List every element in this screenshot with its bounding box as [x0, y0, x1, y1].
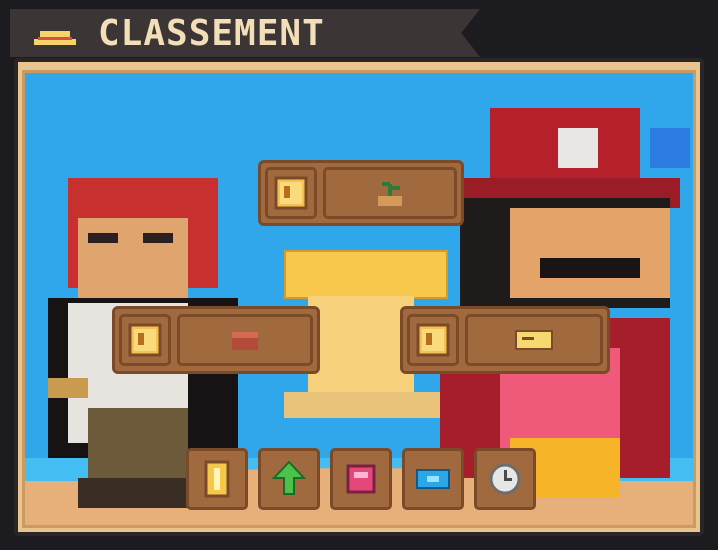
- chart-frame-icon: [128, 323, 162, 357]
- chest-icon: [232, 332, 258, 350]
- right-reward-slot[interactable]: [465, 314, 603, 366]
- blue-ticket-icon: [416, 469, 450, 489]
- ticket-icon: [515, 330, 553, 350]
- clock-button[interactable]: [474, 448, 536, 510]
- left-chart-button[interactable]: [119, 314, 171, 366]
- top-slot-group: [258, 160, 464, 226]
- green-arrow-up-icon: [272, 460, 306, 495]
- left-slot-group: [112, 306, 320, 374]
- bottom-toolbar: [186, 448, 536, 510]
- backpack-button[interactable]: [330, 448, 392, 510]
- podium-top: [284, 250, 448, 299]
- left-reward-slot[interactable]: [177, 314, 313, 366]
- podium-base: [284, 392, 444, 418]
- clock-icon: [489, 463, 521, 495]
- right-slot-group: [400, 306, 610, 374]
- gold-coin-button[interactable]: [186, 448, 248, 510]
- podium-middle: [308, 296, 414, 392]
- top-reward-slot[interactable]: [323, 167, 457, 219]
- upgrade-button[interactable]: [258, 448, 320, 510]
- straw-hat-icon: [34, 31, 76, 45]
- page-title: CLASSEMENT: [98, 13, 325, 54]
- pink-backpack-icon: [346, 464, 376, 494]
- top-chart-button[interactable]: [265, 167, 317, 219]
- ticket-button[interactable]: [402, 448, 464, 510]
- chart-frame-icon: [416, 323, 450, 357]
- chart-frame-icon: [274, 176, 308, 210]
- sprout-pot-icon: [378, 182, 402, 206]
- gold-coin-icon: [204, 460, 230, 498]
- right-chart-button[interactable]: [407, 314, 459, 366]
